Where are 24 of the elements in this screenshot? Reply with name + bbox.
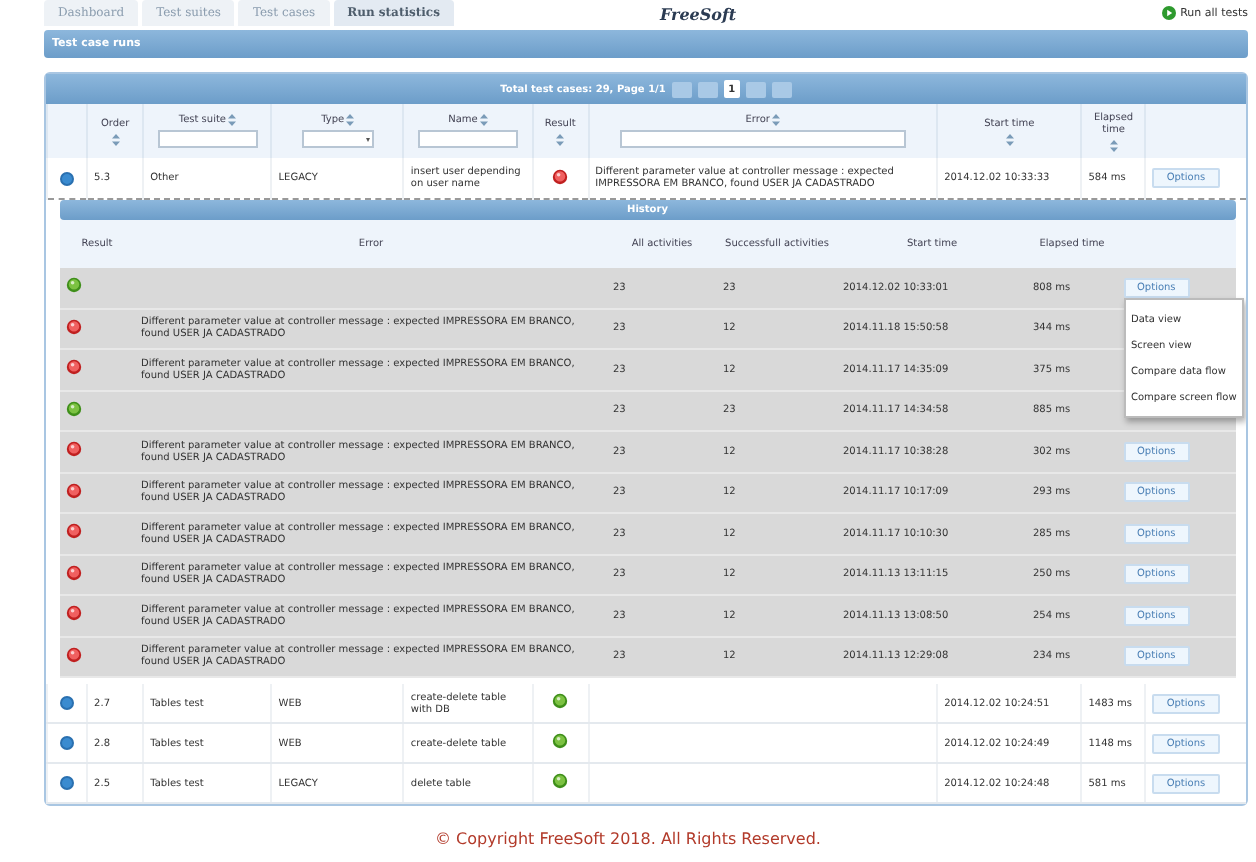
expand-icon[interactable] [60, 736, 75, 750]
caret-icon [365, 137, 370, 141]
pager-next-button[interactable] [745, 81, 766, 97]
filter-field[interactable] [157, 130, 258, 148]
pager-last-button[interactable] [771, 81, 792, 97]
sort-icon[interactable] [1109, 139, 1118, 151]
sort-icon[interactable] [556, 133, 565, 145]
expand-icon[interactable] [60, 171, 75, 185]
sort-icon[interactable] [111, 133, 120, 145]
expand-icon[interactable] [60, 776, 75, 790]
copyright-text: © Copyright FreeSoft 2018. All Rights Reserved. [435, 830, 821, 848]
pager-prev-button[interactable] [697, 81, 718, 97]
pager-first-button[interactable] [671, 81, 692, 97]
filter-field[interactable] [620, 130, 906, 148]
filter-field[interactable] [418, 130, 518, 148]
sort-icon[interactable] [346, 114, 355, 126]
expand-icon[interactable] [60, 696, 75, 710]
sort-icon[interactable] [228, 114, 236, 126]
sort-icon[interactable] [1005, 133, 1014, 145]
logo: FreeSoft [659, 3, 737, 23]
filter-dropdown[interactable] [302, 130, 374, 148]
sort-icon[interactable] [479, 114, 488, 126]
play-icon [1162, 6, 1177, 20]
sort-icon[interactable] [771, 114, 780, 126]
